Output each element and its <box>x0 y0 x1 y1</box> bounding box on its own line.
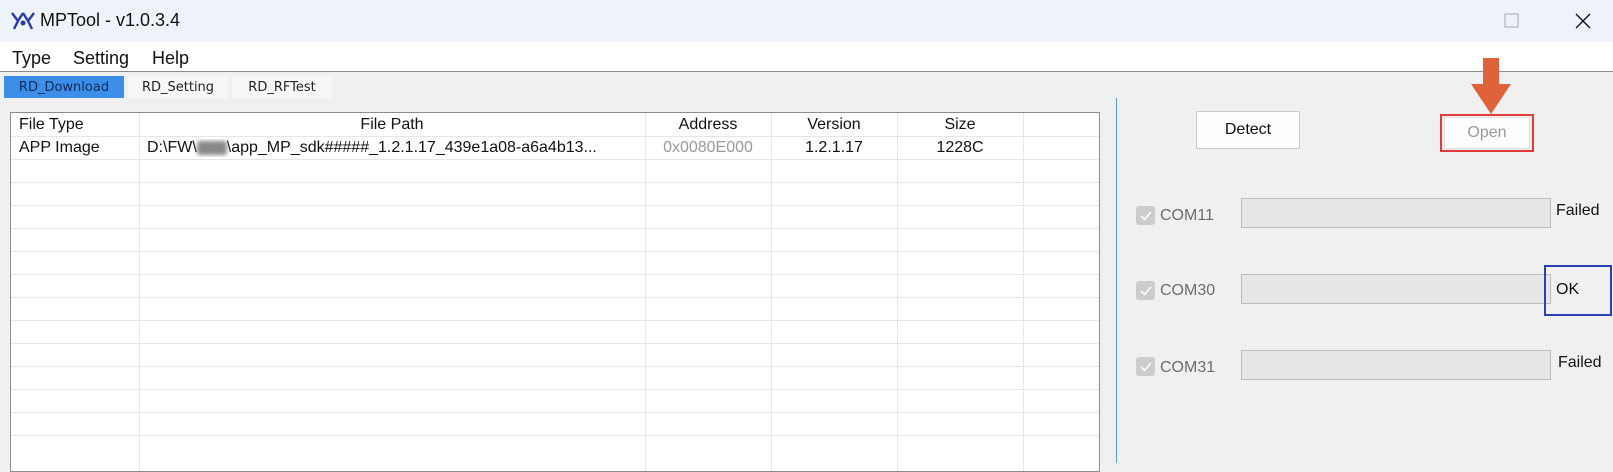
com30-label: COM30 <box>1160 282 1216 299</box>
redacted-folder <box>196 140 227 155</box>
tab-rd-setting[interactable]: RD_Setting <box>128 76 228 98</box>
file-path-suffix: \app_MP_sdk#####_1.2.1.17_439e1a08-a6a4b… <box>226 139 597 156</box>
column-header-version[interactable]: Version <box>771 116 897 134</box>
panel-divider <box>1116 98 1117 463</box>
cell-address: 0x0080E000 <box>663 139 753 156</box>
com31-status: Failed <box>1558 354 1602 371</box>
window-title: MPTool - v1.0.3.4 <box>40 10 181 30</box>
title-bar: MPTool - v1.0.3.4 <box>0 0 1613 42</box>
com31-progress-bar <box>1241 350 1551 380</box>
checkmark-icon <box>1139 210 1152 221</box>
cell-file-path: D:\FW\ \app_MP_sdk#####_1.2.1.17_439e1a08… <box>147 139 643 157</box>
detect-button[interactable]: Detect <box>1196 111 1300 149</box>
file-table: File Type File Path Address Version Size… <box>10 112 1100 472</box>
com11-status: Failed <box>1556 202 1600 219</box>
com31-checkbox[interactable] <box>1136 357 1155 376</box>
down-arrow-icon <box>1471 58 1511 114</box>
ok-highlight-box <box>1544 265 1612 316</box>
com11-checkbox[interactable] <box>1136 206 1155 225</box>
menu-help[interactable]: Help <box>152 48 189 69</box>
tab-rd-download[interactable]: RD_Download <box>4 76 124 98</box>
maximize-icon <box>1504 13 1519 28</box>
com31-label: COM31 <box>1160 359 1216 376</box>
menu-type[interactable]: Type <box>12 48 51 69</box>
checkmark-icon <box>1139 361 1152 372</box>
cell-version: 1.2.1.17 <box>805 139 863 156</box>
column-header-size[interactable]: Size <box>897 116 1023 134</box>
maximize-button[interactable] <box>1492 6 1532 36</box>
close-button[interactable] <box>1563 6 1603 36</box>
minimize-button[interactable] <box>1370 6 1410 36</box>
column-header-address[interactable]: Address <box>645 116 771 134</box>
menu-bar: Type Setting Help <box>0 42 1613 72</box>
minimize-icon <box>1383 20 1397 22</box>
file-path-prefix: D:\FW\ <box>147 139 197 156</box>
tab-rd-rftest[interactable]: RD_RFTest <box>232 76 332 98</box>
column-header-file-type[interactable]: File Type <box>19 116 137 134</box>
app-logo-icon <box>11 12 35 30</box>
menu-setting[interactable]: Setting <box>73 48 129 69</box>
close-icon <box>1575 13 1591 29</box>
column-header-file-path[interactable]: File Path <box>139 116 645 134</box>
com11-label: COM11 <box>1160 207 1214 224</box>
cell-file-type: APP Image <box>19 139 100 156</box>
com30-checkbox[interactable] <box>1136 281 1155 300</box>
com30-progress-bar <box>1241 274 1551 304</box>
open-highlight-box <box>1440 114 1534 152</box>
cell-size: 1228C <box>936 139 984 156</box>
checkmark-icon <box>1139 285 1152 296</box>
tab-strip: RD_Download RD_Setting RD_RFTest <box>0 73 1613 98</box>
com11-progress-bar <box>1241 198 1551 228</box>
